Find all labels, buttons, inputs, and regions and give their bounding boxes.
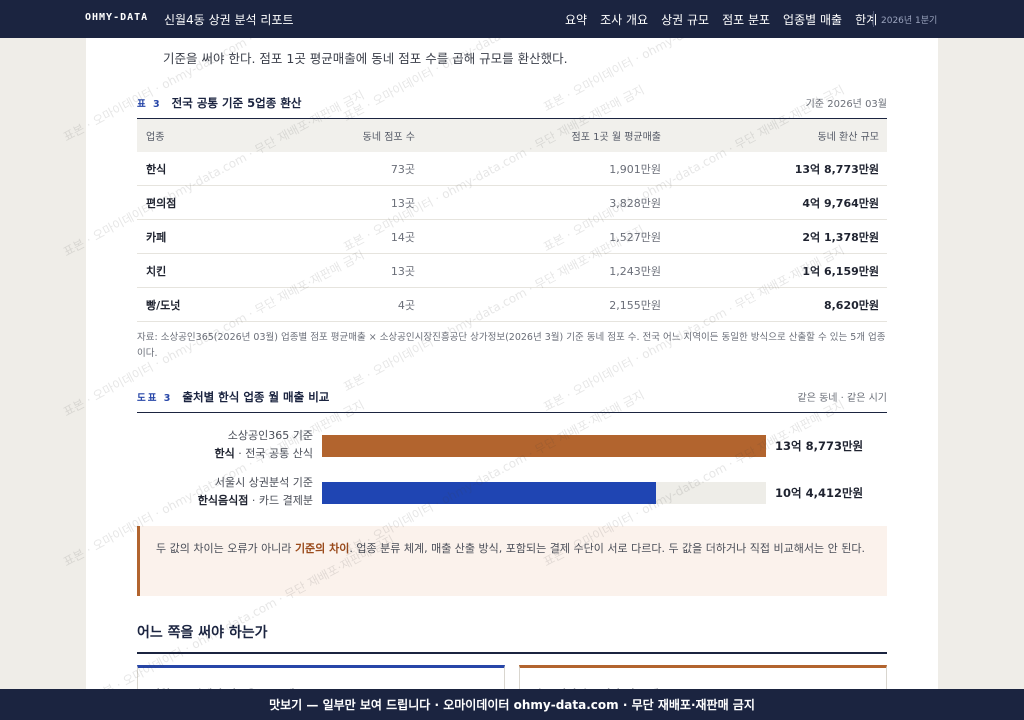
conversion-table: 업종 동네 점포 수 점포 1곳 월 평균매출 동네 환산 규모 한식 73곳 … [137,118,887,322]
top-nav-bar: OHMY-DATA 신월4동 상권 분석 리포트 요약 조사 개요 상권 규모 … [0,0,1024,38]
bar-source: 소상공인365 기준 [227,429,313,442]
nav-item-overview[interactable]: 조사 개요 [600,11,648,28]
figure-subtitle: 같은 동네 · 같은 시기 [797,393,888,404]
header-category: 업종 [146,132,165,143]
table-source-note: 자료: 소상공인365(2026년 03월) 업종별 점포 평균매출 × 소상공… [137,332,886,359]
report-period: 2026년 1분기 [881,16,938,26]
bar-value: 10억 4,412만원 [775,486,864,500]
nav-item-sales[interactable]: 업종별 매출 [783,11,842,28]
figure-caption: 도표 3 출처별 한식 업종 월 매출 비교 같은 동네 · 같은 시기 [137,389,887,413]
callout-text-rest: . 업종 분류 체계, 매출 산출 방식, 포함되는 결제 수단이 서로 다르다… [349,542,865,555]
cell-category: 빵/도넛 [146,298,181,312]
guide-card-compare[interactable]: 다른 지역 후보지와 견줄 때 [519,665,887,689]
bar-value: 13억 8,773만원 [775,439,864,453]
nav-menu: 요약 조사 개요 상권 규모 점포 분포 업종별 매출 한계 [565,11,890,28]
cell-category: 치킨 [146,264,167,278]
intro-text: 기준을 써야 한다. 점포 1곳 평균매출에 동네 점포 수를 곱해 규모를 환… [163,51,568,66]
bar-label: 서울시 상권분석 기준 한식음식점 · 카드 결제분 [198,474,313,510]
cell-avg-sales: 2,155만원 [609,298,661,312]
bar-category: 한식 [214,447,235,460]
cell-avg-sales: 3,828만원 [609,196,661,210]
brand-logo[interactable]: OHMY-DATA [85,12,148,23]
section-divider [137,652,887,654]
figure-title: 출처별 한식 업종 월 매출 비교 [182,390,330,404]
cell-category: 한식 [146,162,167,176]
guide-card-local[interactable]: 신월4동 안에서 업종을 고를 때 [137,665,505,689]
nav-divider [873,11,874,27]
cell-scale: 2억 1,378만원 [802,230,879,244]
bar-track [322,435,766,457]
bar-category-detail: · 카드 결제분 [248,494,313,507]
table-title: 전국 공통 기준 5업종 환산 [171,96,302,110]
bar-fill [322,435,766,457]
report-title: 신월4동 상권 분석 리포트 [164,13,294,27]
table-row: 빵/도넛 4곳 2,155만원 8,620만원 [137,288,887,322]
bar-source: 서울시 상권분석 기준 [214,476,313,489]
header-avg-sales: 점포 1곳 월 평균매출 [571,132,662,143]
cell-avg-sales: 1,901만원 [609,162,661,176]
table-row: 편의점 13곳 3,828만원 4억 9,764만원 [137,186,887,220]
cell-store-count: 13곳 [390,196,415,210]
cell-category: 카페 [146,230,167,244]
cell-category: 편의점 [146,196,177,210]
table-header: 업종 동네 점포 수 점포 1곳 월 평균매출 동네 환산 규모 [137,119,887,152]
table-row: 카페 14곳 1,527만원 2억 1,378만원 [137,220,887,254]
header-scale: 동네 환산 규모 [817,132,879,143]
cell-scale: 1억 6,159만원 [802,264,879,278]
cell-scale: 8,620만원 [823,298,879,312]
callout-emphasis: 기준의 차이 [294,542,350,555]
cell-store-count: 73곳 [390,162,415,176]
header-store-count: 동네 점포 수 [362,132,415,143]
bar-row: 소상공인365 기준 한식 · 전국 공통 산식 13억 8,773만원 [137,427,887,467]
callout-text: 두 값의 차이는 오류가 아니라 [156,542,295,555]
bar-category-detail: · 전국 공통 산식 [234,447,313,460]
cell-store-count: 14곳 [390,230,415,244]
preview-banner: 맛보기 — 일부만 보여 드립니다 · 오마이데이터 ohmy-data.com… [0,689,1024,720]
bar-fill [322,482,657,504]
nav-item-scale[interactable]: 상권 규모 [661,11,709,28]
bar-track [322,482,766,504]
nav-item-summary[interactable]: 요약 [565,11,587,28]
cell-avg-sales: 1,527만원 [609,230,661,244]
bar-category: 한식음식점 [197,494,249,507]
table-date: 기준 2026년 03월 [805,99,887,110]
cell-scale: 13억 8,773만원 [794,162,879,176]
table-row: 한식 73곳 1,901만원 13억 8,773만원 [137,152,887,186]
bar-label: 소상공인365 기준 한식 · 전국 공통 산식 [215,427,313,463]
cell-store-count: 4곳 [397,298,415,312]
figure-number: 도표 3 [137,393,173,404]
cell-scale: 4억 9,764만원 [802,196,879,210]
cell-store-count: 13곳 [390,264,415,278]
nav-item-distribution[interactable]: 점포 분포 [722,11,770,28]
table-number: 표 3 [137,99,162,110]
section-title: 어느 쪽을 써야 하는가 [137,625,268,641]
cell-avg-sales: 1,243만원 [609,264,661,278]
table-caption: 표 3 전국 공통 기준 5업종 환산 기준 2026년 03월 [137,95,887,111]
callout-note: 두 값의 차이는 오류가 아니라 기준의 차이. 업종 분류 체계, 매출 산출… [137,526,887,596]
bar-row: 서울시 상권분석 기준 한식음식점 · 카드 결제분 10억 4,412만원 [137,474,887,514]
table-row: 치킨 13곳 1,243만원 1억 6,159만원 [137,254,887,288]
report-page: 기준을 써야 한다. 점포 1곳 평균매출에 동네 점포 수를 곱해 규모를 환… [86,38,938,689]
